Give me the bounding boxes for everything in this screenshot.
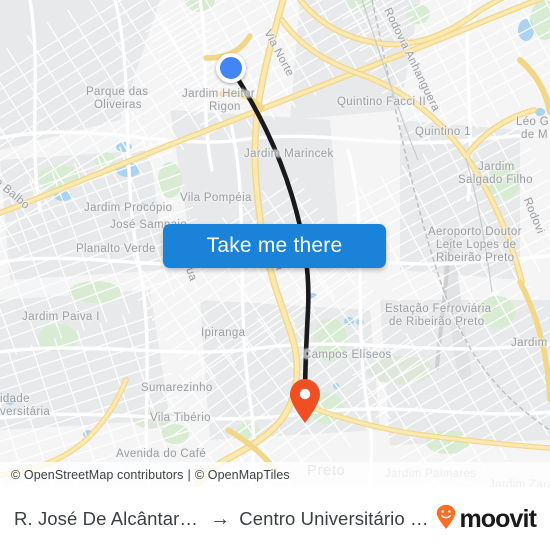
map-label: Ipiranga bbox=[201, 327, 246, 339]
route-footer-bar: R. José De Alcântara, 6… → Centro Univer… bbox=[0, 487, 550, 550]
map-label: Quintino 1 bbox=[415, 126, 471, 138]
destination-pin-marker[interactable] bbox=[288, 378, 322, 424]
arrow-right-icon: → bbox=[210, 508, 231, 530]
map-label: Jardim I bbox=[511, 337, 550, 349]
map-label: Parque das bbox=[86, 86, 149, 98]
map-label: Avenida do Café bbox=[116, 448, 207, 460]
route-origin-label[interactable]: R. José De Alcântara, 6… bbox=[14, 508, 201, 530]
map-label: Quintino Facci II bbox=[337, 96, 427, 108]
map-label: Vila Pompéia bbox=[180, 192, 252, 204]
moovit-wordmark: moovit bbox=[459, 504, 536, 533]
map-label: Vila Tibério bbox=[150, 412, 211, 424]
map-label: Ribeirão Preto bbox=[436, 252, 515, 264]
moovit-pin-smiley-icon bbox=[435, 504, 457, 535]
moovit-logo[interactable]: moovit bbox=[435, 504, 537, 535]
osm-attribution-link[interactable]: © OpenStreetMap contributors bbox=[11, 468, 184, 482]
map-label: de Ribeirão Preto bbox=[389, 316, 485, 328]
map-label: Estação Ferroviária bbox=[385, 303, 492, 315]
map-label: Sumarezinho bbox=[141, 382, 213, 394]
map-label: Jardim Heitor bbox=[182, 88, 255, 100]
map-label: Jardim bbox=[478, 161, 515, 173]
take-me-there-label: Take me there bbox=[206, 234, 343, 257]
take-me-there-button[interactable]: Take me there bbox=[163, 224, 386, 268]
attribution-separator: | bbox=[187, 467, 191, 482]
origin-dot-marker[interactable] bbox=[216, 53, 246, 83]
map-label: versitária bbox=[0, 406, 51, 418]
map-attribution: © OpenStreetMap contributors | © OpenMap… bbox=[0, 462, 550, 487]
map-label: Jardim Marincek bbox=[244, 148, 334, 160]
moovit-map-screen: Parque das Oliveiras Jardim Heitor Rigon Jar… bbox=[0, 0, 550, 550]
map-label: Aeroporto Doutor bbox=[428, 226, 522, 238]
map-label: Rigon bbox=[209, 101, 241, 113]
map-label: de M bbox=[521, 129, 548, 141]
map-label: Oliveiras bbox=[94, 99, 142, 111]
openmaptiles-attribution-link[interactable]: © OpenMapTiles bbox=[195, 468, 290, 482]
map-label: idade bbox=[0, 393, 30, 405]
map-label: Léo G bbox=[516, 116, 550, 128]
map-view[interactable]: Parque das Oliveiras Jardim Heitor Rigon Jar… bbox=[0, 0, 550, 487]
route-summary: R. José De Alcântara, 6… → Centro Univer… bbox=[14, 508, 435, 530]
map-label: Jardim Procópio bbox=[84, 202, 173, 214]
map-label: Leite Lopes de bbox=[436, 239, 517, 251]
route-destination-label[interactable]: Centro Universitário Mou… bbox=[239, 508, 435, 530]
map-label: Jardim Paiva I bbox=[22, 311, 100, 323]
map-label: Campos Elíseos bbox=[303, 349, 392, 361]
map-label: Salgado Filho bbox=[458, 174, 533, 186]
map-label: Planalto Verde bbox=[76, 243, 156, 255]
